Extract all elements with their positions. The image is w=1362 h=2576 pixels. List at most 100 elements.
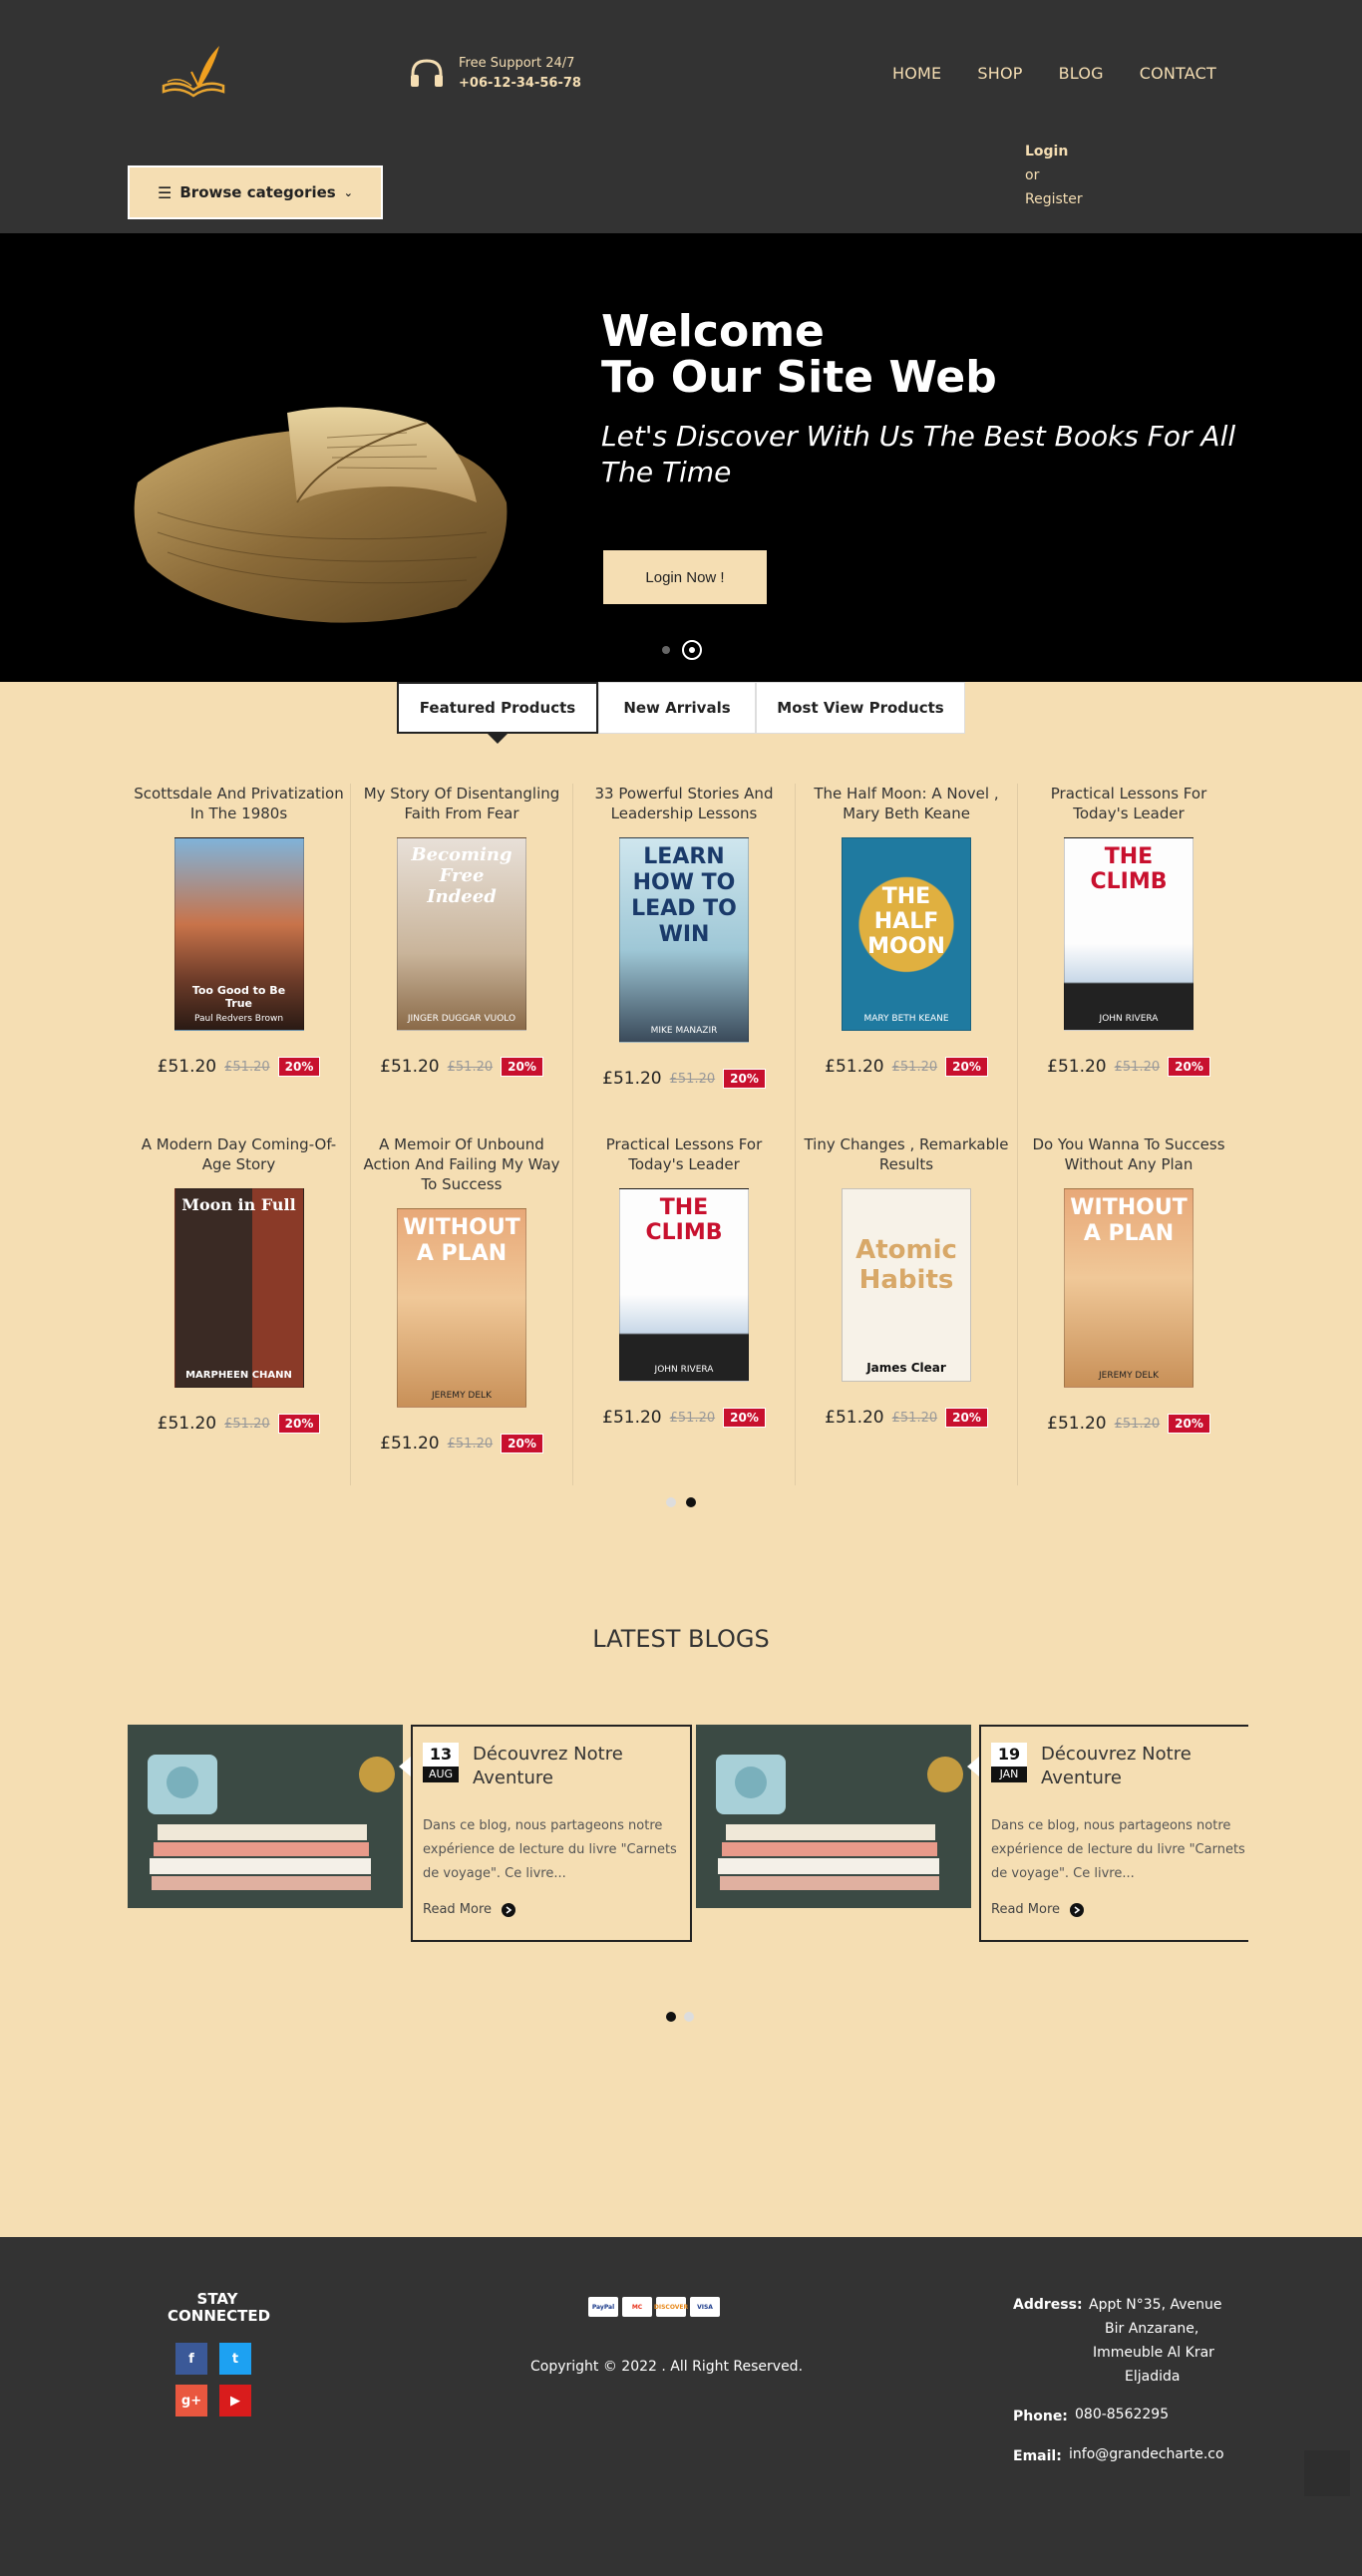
browse-label: Browse categories: [179, 183, 336, 201]
hero-dot-active[interactable]: [682, 640, 702, 660]
discount-badge: 20%: [277, 1057, 321, 1077]
blog-image[interactable]: [696, 1725, 971, 1908]
read-more-link[interactable]: Read More: [423, 1902, 516, 1917]
login-link[interactable]: Login: [1025, 140, 1083, 163]
pagination-dot[interactable]: [666, 1497, 676, 1507]
site-footer: STAY CONNECTED f t g+ ▶ PayPal MC DISCOV…: [0, 2237, 1362, 2576]
blog-month: AUG: [423, 1767, 459, 1782]
book-cover[interactable]: THE HALF MOON MARY BETH KEANE: [842, 837, 971, 1031]
product-card[interactable]: A Modern Day Coming-Of-Age Story Moon in…: [128, 1134, 350, 1485]
cover-title: Too Good to Be True: [191, 984, 286, 1010]
stay-connected-heading: STAY CONNECTED: [168, 2290, 271, 2325]
browse-categories-button[interactable]: ☰ Browse categories ⌄: [128, 165, 383, 219]
product-title[interactable]: A Modern Day Coming-Of-Age Story: [128, 1134, 350, 1174]
book-cover[interactable]: THE CLIMB JOHN RIVERA: [619, 1188, 749, 1382]
nav-blog[interactable]: BLOG: [1059, 64, 1104, 83]
phone-value[interactable]: 080-8562295: [1075, 2403, 1169, 2426]
cover-title: LEARN HOW TO LEAD TO WIN: [631, 844, 737, 947]
nav-home[interactable]: HOME: [892, 64, 941, 83]
product-card[interactable]: A Memoir Of Unbound Action And Failing M…: [350, 1134, 572, 1485]
hero-title-line2: To Our Site Web: [601, 352, 997, 403]
product-row: A Modern Day Coming-Of-Age Story Moon in…: [128, 1134, 1239, 1485]
book-cover[interactable]: WITHOUT A PLAN JEREMY DELK: [1064, 1188, 1193, 1388]
google-plus-icon[interactable]: g+: [175, 2385, 207, 2416]
back-to-top-button[interactable]: [1304, 2450, 1350, 2496]
tab-most-view-products[interactable]: Most View Products: [756, 682, 965, 734]
mastercard-icon: MC: [622, 2297, 652, 2317]
email-value[interactable]: info@grandecharte.co: [1069, 2442, 1224, 2466]
blog-image[interactable]: [128, 1725, 403, 1908]
read-more-link[interactable]: Read More: [991, 1902, 1085, 1917]
book-cover[interactable]: Moon in Full MARPHEEN CHANN: [173, 1188, 304, 1388]
nav-contact[interactable]: CONTACT: [1140, 64, 1216, 83]
book-cover[interactable]: LEARN HOW TO LEAD TO WIN MIKE MANAZIR: [619, 837, 749, 1043]
old-price: £51.20: [1114, 1416, 1161, 1432]
blog-card[interactable]: 13 AUG Découvrez Notre Aventure Dans ce …: [128, 1725, 692, 1944]
price-block: £51.20 £51.20 20%: [1018, 1414, 1239, 1434]
hero-pagination: [662, 640, 702, 660]
product-title[interactable]: A Memoir Of Unbound Action And Failing M…: [351, 1134, 572, 1194]
cover-author: Paul Redvers Brown: [193, 1014, 284, 1024]
arrow-circle-right-icon: [1070, 1902, 1085, 1917]
price: £51.20: [602, 1069, 662, 1089]
blog-title[interactable]: Découvrez Notre Aventure: [473, 1743, 690, 1790]
product-card[interactable]: Scottsdale And Privatization In The 1980…: [128, 784, 350, 1134]
price: £51.20: [825, 1057, 884, 1077]
blog-card[interactable]: 19 JAN Découvrez Notre Aventure Dans ce …: [696, 1725, 1260, 1944]
product-card[interactable]: Do You Wanna To Success Without Any Plan…: [1017, 1134, 1239, 1485]
old-price: £51.20: [1114, 1059, 1161, 1075]
blog-excerpt: Dans ce blog, nous partageons notre expé…: [423, 1818, 677, 1881]
product-title[interactable]: 33 Powerful Stories And Leadership Lesso…: [573, 784, 795, 823]
hero-dot[interactable]: [662, 646, 670, 654]
hero-slider: Welcome To Our Site Web Let's Discover W…: [0, 233, 1362, 682]
price: £51.20: [380, 1434, 440, 1453]
pagination-dot[interactable]: [684, 2012, 694, 2022]
cover-author: JOHN RIVERA: [1099, 1014, 1159, 1024]
pagination-dot-active[interactable]: [666, 2012, 676, 2022]
pagination-dot-active[interactable]: [686, 1497, 696, 1507]
blog-title[interactable]: Découvrez Notre Aventure: [1041, 1743, 1248, 1790]
price-block: £51.20 £51.20 20%: [128, 1414, 350, 1434]
read-more-label: Read More: [423, 1902, 493, 1917]
discount-badge: 20%: [277, 1414, 321, 1434]
book-cover[interactable]: Becoming Free Indeed JINGER DUGGAR VUOLO: [397, 837, 526, 1031]
old-price: £51.20: [224, 1059, 270, 1075]
product-title[interactable]: Scottsdale And Privatization In The 1980…: [128, 784, 350, 823]
read-more-label: Read More: [991, 1902, 1061, 1917]
nav-shop[interactable]: SHOP: [977, 64, 1022, 83]
product-title[interactable]: Do You Wanna To Success Without Any Plan: [1018, 1134, 1239, 1174]
product-card[interactable]: The Half Moon: A Novel , Mary Beth Keane…: [795, 784, 1017, 1134]
product-card[interactable]: My Story Of Disentangling Faith From Fea…: [350, 784, 572, 1134]
register-link[interactable]: Register: [1025, 187, 1083, 211]
product-card[interactable]: Tiny Changes , Remarkable Results Atomic…: [795, 1134, 1017, 1485]
cover-author: James Clear: [866, 1361, 946, 1375]
product-title[interactable]: Practical Lessons For Today's Leader: [573, 1134, 795, 1174]
login-now-button[interactable]: Login Now !: [603, 550, 767, 604]
twitter-icon[interactable]: t: [219, 2343, 251, 2375]
product-title[interactable]: My Story Of Disentangling Faith From Fea…: [351, 784, 572, 823]
product-card[interactable]: Practical Lessons For Today's Leader THE…: [572, 1134, 795, 1485]
product-tabs: Featured Products New Arrivals Most View…: [397, 682, 965, 744]
product-card[interactable]: 33 Powerful Stories And Leadership Lesso…: [572, 784, 795, 1134]
product-card[interactable]: Practical Lessons For Today's Leader THE…: [1017, 784, 1239, 1134]
cover-author: MIKE MANAZIR: [650, 1026, 718, 1036]
youtube-icon[interactable]: ▶: [219, 2385, 251, 2416]
headset-icon: [411, 59, 443, 87]
address-line: Immeuble Al Krar: [1093, 2345, 1214, 2361]
book-cover[interactable]: Too Good to Be True Paul Redvers Brown: [173, 837, 304, 1031]
cover-author: JEREMY DELK: [432, 1391, 492, 1401]
product-title[interactable]: Tiny Changes , Remarkable Results: [796, 1134, 1017, 1174]
product-title[interactable]: The Half Moon: A Novel , Mary Beth Keane: [796, 784, 1017, 823]
paypal-icon: PayPal: [588, 2297, 618, 2317]
tab-featured-products[interactable]: Featured Products: [397, 682, 598, 744]
book-cover[interactable]: Atomic Habits James Clear: [842, 1188, 971, 1382]
product-title[interactable]: Practical Lessons For Today's Leader: [1018, 784, 1239, 823]
support-phone[interactable]: +06-12-34-56-78: [459, 74, 581, 94]
cover-title: THE CLIMB: [1090, 844, 1168, 894]
price: £51.20: [825, 1408, 884, 1428]
tab-new-arrivals[interactable]: New Arrivals: [598, 682, 756, 734]
book-cover[interactable]: THE CLIMB JOHN RIVERA: [1064, 837, 1193, 1031]
book-quill-logo-icon[interactable]: [158, 42, 229, 106]
facebook-icon[interactable]: f: [175, 2343, 207, 2375]
book-cover[interactable]: WITHOUT A PLAN JEREMY DELK: [397, 1208, 526, 1408]
